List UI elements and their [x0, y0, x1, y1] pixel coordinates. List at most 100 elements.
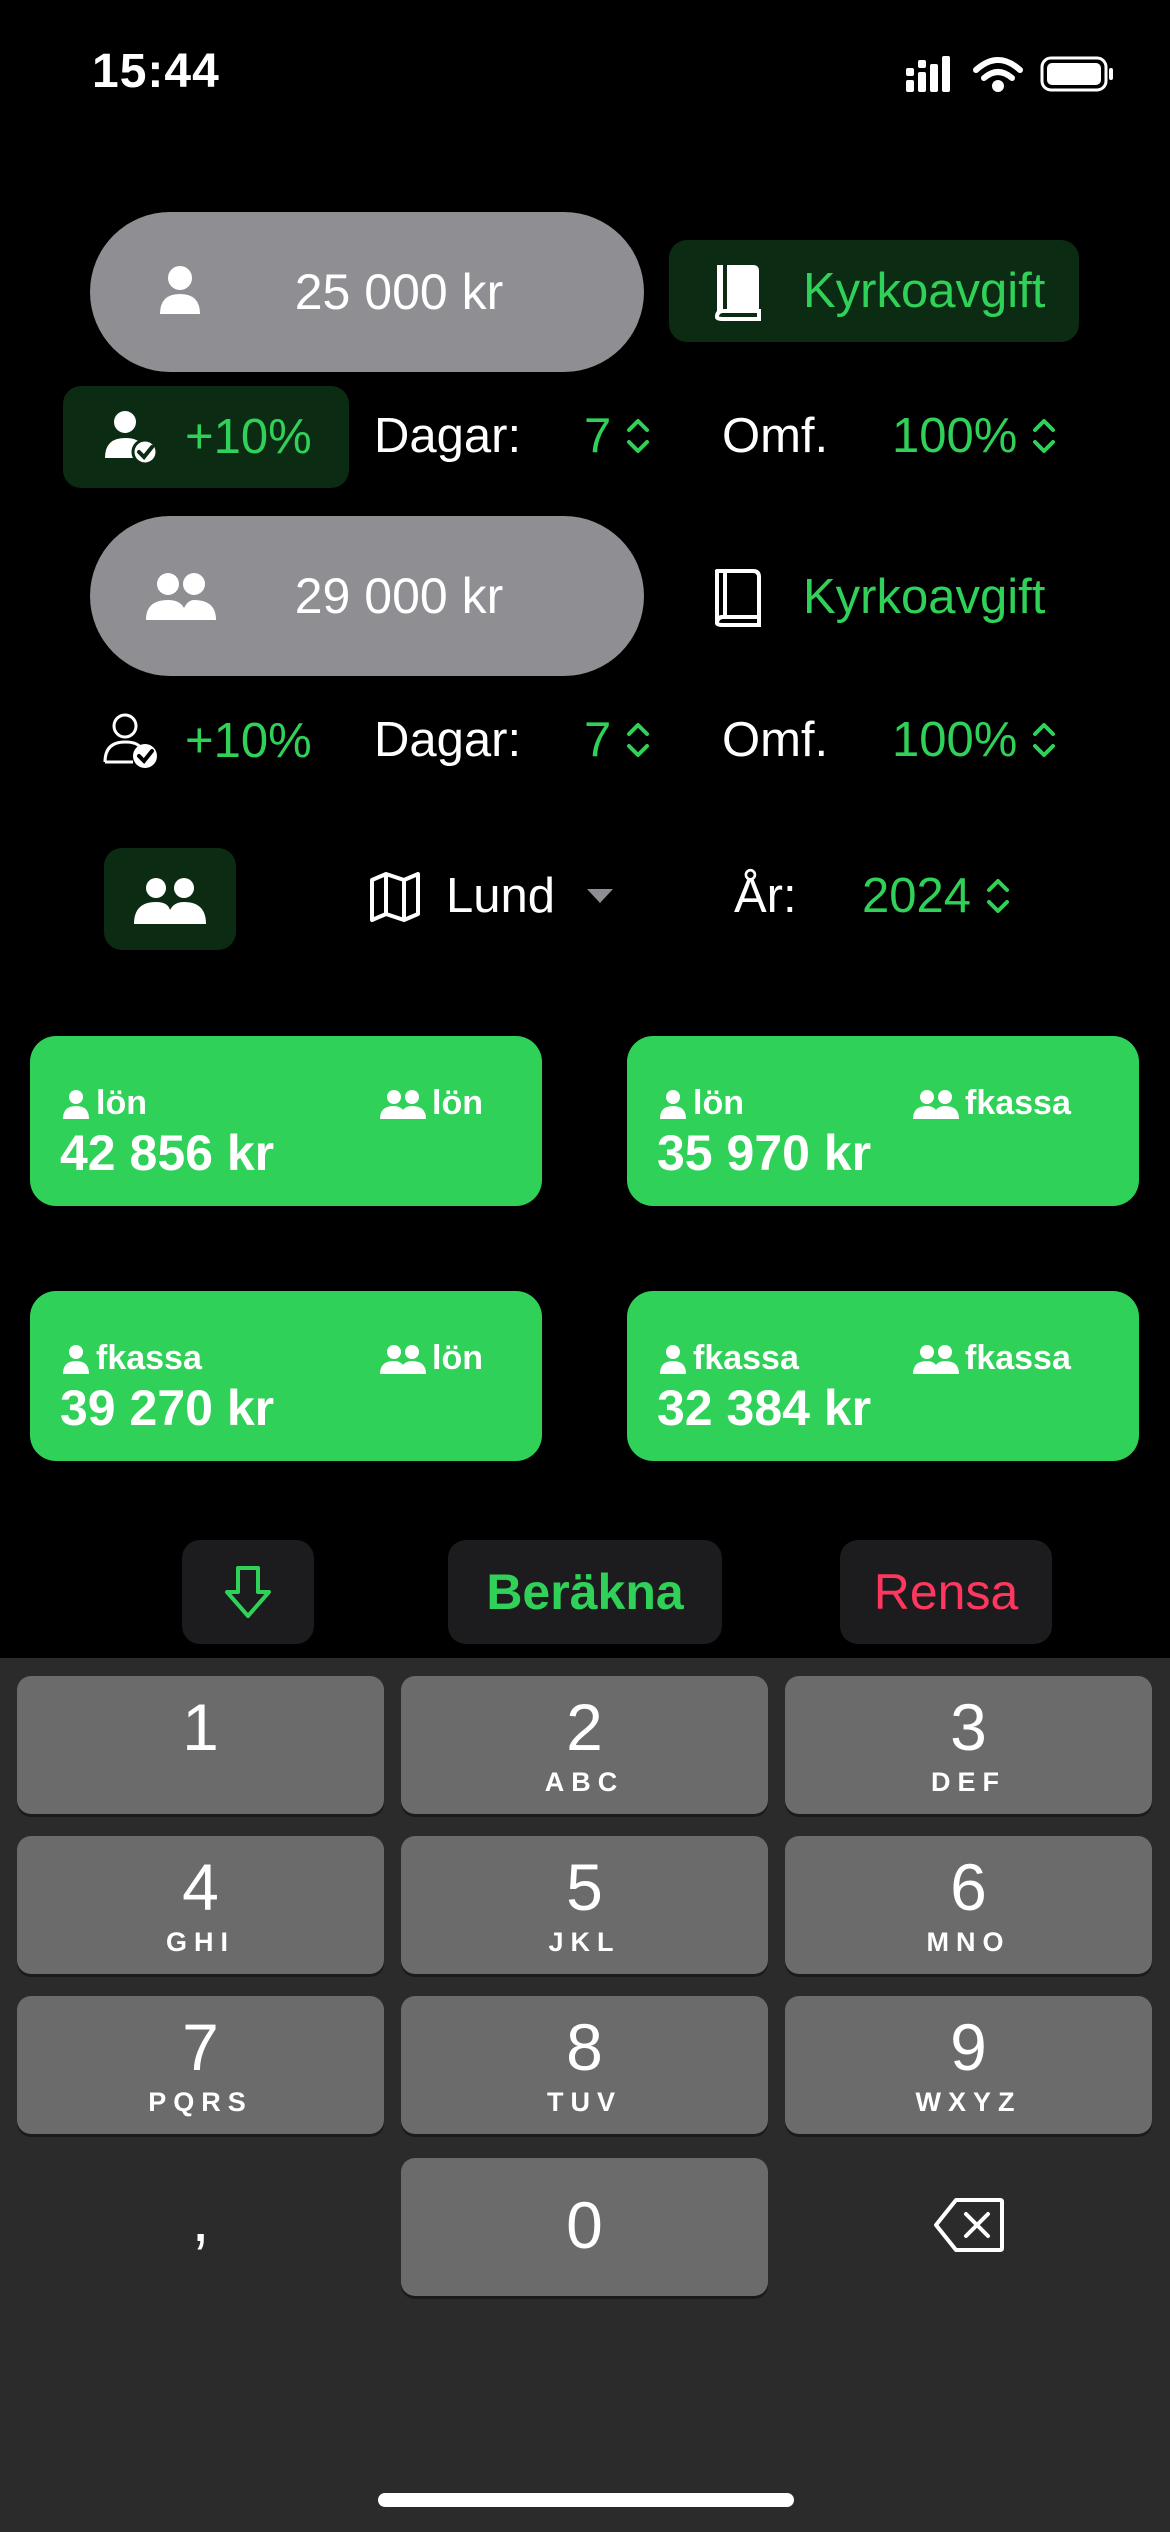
result-card-fkassa-fkassa[interactable]: fkassa fkassa 32 384 kr: [627, 1291, 1139, 1461]
result-card-salary-fkassa[interactable]: lön fkassa 35 970 kr: [627, 1036, 1139, 1206]
key-digit: 2: [566, 1690, 603, 1764]
year-value: 2024: [862, 869, 972, 923]
key-7[interactable]: 7 PQRS: [17, 1996, 384, 2134]
key-digit: 8: [566, 2010, 603, 2084]
result-amount: 32 384 kr: [657, 1380, 872, 1436]
result-p2-tag: lön: [378, 1339, 483, 1378]
person2-scope-stepper[interactable]: 100%: [892, 712, 1057, 768]
chevron-up-down-icon: [627, 419, 650, 453]
person2-days-value: 7: [584, 713, 612, 767]
key-8[interactable]: 8 TUV: [401, 1996, 768, 2134]
person1-days-stepper[interactable]: 7: [584, 408, 651, 464]
key-0[interactable]: 0: [401, 2158, 768, 2296]
home-indicator[interactable]: [378, 2493, 794, 2507]
key-delete[interactable]: [785, 2158, 1152, 2296]
person1-salary-value: 25 000 kr: [294, 264, 504, 320]
household-toggle-button[interactable]: [104, 848, 236, 950]
key-3[interactable]: 3 DEF: [785, 1676, 1152, 1814]
dismiss-keyboard-button[interactable]: [182, 1540, 314, 1644]
result-card-salary-salary[interactable]: lön lön 42 856 kr: [30, 1036, 542, 1206]
person-check-icon: [105, 411, 159, 466]
arrow-down-icon: [225, 1566, 271, 1618]
result-p2-label: lön: [432, 1084, 483, 1122]
key-digit: 0: [566, 2188, 603, 2262]
calculate-button[interactable]: Beräkna: [448, 1540, 722, 1644]
result-card-fkassa-salary[interactable]: fkassa lön 39 270 kr: [30, 1291, 542, 1461]
caret-down-icon: [587, 889, 614, 903]
key-5[interactable]: 5 JKL: [401, 1836, 768, 1974]
person1-church-fee-toggle[interactable]: Kyrkoavgift: [669, 240, 1079, 342]
result-p1-label: fkassa: [96, 1339, 202, 1377]
key-letters: MNO: [926, 1927, 1011, 1957]
book-icon: [714, 569, 761, 627]
result-p2-label: fkassa: [965, 1084, 1071, 1122]
key-digit: 7: [182, 2010, 219, 2084]
key-1[interactable]: 1: [17, 1676, 384, 1814]
map-icon: [370, 872, 420, 922]
person1-bonus-toggle[interactable]: +10%: [63, 386, 349, 488]
year-stepper[interactable]: 2024: [862, 868, 1011, 924]
person1-salary-input[interactable]: 25 000 kr: [90, 212, 644, 372]
key-letters: PQRS: [148, 2087, 253, 2117]
people-icon: [913, 1089, 959, 1119]
person1-bonus-label: +10%: [185, 410, 312, 464]
person1-scope-stepper[interactable]: 100%: [892, 408, 1057, 464]
book-icon: [714, 265, 761, 321]
status-icons: [900, 52, 1120, 102]
person2-bonus-label: +10%: [185, 714, 312, 768]
chevron-up-down-icon: [1033, 419, 1056, 453]
person2-salary-value: 29 000 kr: [294, 568, 504, 624]
person1-church-fee-label: Kyrkoavgift: [803, 264, 1046, 318]
person2-days-stepper[interactable]: 7: [584, 712, 651, 768]
result-amount: 39 270 kr: [60, 1380, 275, 1436]
person2-church-fee-label: Kyrkoavgift: [803, 570, 1046, 624]
key-digit: 4: [182, 1850, 219, 1924]
person-icon: [660, 1089, 686, 1119]
person2-church-fee-toggle[interactable]: Kyrkoavgift: [669, 546, 1079, 648]
person2-salary-input[interactable]: 29 000 kr: [90, 516, 644, 676]
key-letters: ABC: [544, 1767, 625, 1797]
result-p1-tag: fkassa: [60, 1339, 202, 1378]
result-p1-label: lön: [693, 1084, 744, 1122]
person-icon: [63, 1089, 89, 1119]
key-6[interactable]: 6 MNO: [785, 1836, 1152, 1974]
person2-scope-label: Omf.: [722, 713, 829, 767]
result-p1-tag: lön: [657, 1084, 744, 1123]
people-icon: [913, 1344, 959, 1374]
key-letters: DEF: [931, 1767, 1006, 1797]
key-decimal-label: ,: [191, 2181, 210, 2255]
person1-scope-value: 100%: [892, 409, 1018, 463]
result-p1-tag: fkassa: [657, 1339, 799, 1378]
chevron-up-down-icon: [627, 723, 650, 757]
numeric-keypad: 1 2 ABC 3 DEF 4 GHI 5 JKL 6 MNO 7 PQRS 8…: [0, 1658, 1170, 2532]
result-p2-tag: fkassa: [911, 1339, 1071, 1378]
key-9[interactable]: 9 WXYZ: [785, 1996, 1152, 2134]
key-letters: GHI: [165, 1927, 235, 1957]
result-amount: 35 970 kr: [657, 1125, 872, 1181]
people-icon: [134, 878, 206, 924]
result-p1-label: fkassa: [693, 1339, 799, 1377]
person1-days-label: Dagar:: [374, 409, 522, 463]
people-icon: [380, 1344, 426, 1374]
key-digit: 5: [566, 1850, 603, 1924]
clear-button[interactable]: Rensa: [840, 1540, 1052, 1644]
key-2[interactable]: 2 ABC: [401, 1676, 768, 1814]
person2-bonus-toggle[interactable]: +10%: [63, 690, 349, 792]
person1-scope-label: Omf.: [722, 409, 829, 463]
result-p1-label: lön: [96, 1084, 147, 1122]
key-digit: 3: [950, 1690, 987, 1764]
result-p1-tag: lön: [60, 1084, 147, 1123]
region-name: Lund: [446, 869, 556, 923]
battery-icon: [1040, 56, 1113, 92]
key-letters: JKL: [548, 1927, 621, 1957]
chevron-up-down-icon: [1033, 723, 1056, 757]
key-decimal[interactable]: ,: [17, 2158, 384, 2296]
result-p2-label: fkassa: [965, 1339, 1071, 1377]
key-digit: 1: [182, 1690, 219, 1764]
key-4[interactable]: 4 GHI: [17, 1836, 384, 1974]
person2-scope-value: 100%: [892, 713, 1018, 767]
result-p2-tag: fkassa: [911, 1084, 1071, 1123]
result-p2-label: lön: [432, 1339, 483, 1377]
cellular-signal-icon: [906, 56, 950, 92]
region-picker[interactable]: Lund: [368, 868, 615, 924]
